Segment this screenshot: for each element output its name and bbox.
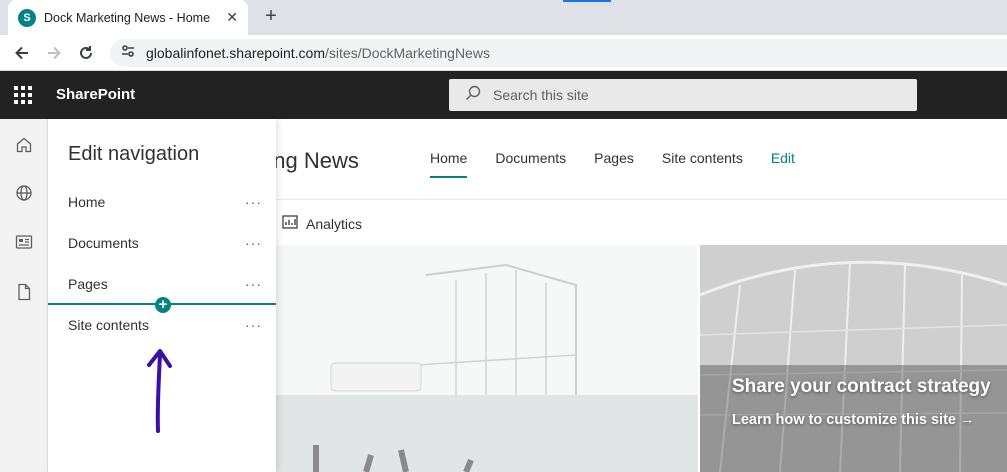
document-icon[interactable] (12, 280, 36, 304)
address-bar[interactable]: globalinfonet.sharepoint.com/sites/DockM… (110, 39, 1007, 67)
app-launcher-icon[interactable] (14, 86, 32, 104)
url-text: globalinfonet.sharepoint.com/sites/DockM… (146, 45, 490, 61)
topnav-site-contents[interactable]: Site contents (662, 150, 743, 178)
hero-image-atrium[interactable] (700, 245, 1007, 472)
url-path: /sites/DockMarketingNews (325, 45, 490, 61)
site-top-navigation: Home Documents Pages Site contents Edit (430, 150, 795, 178)
topnav-edit-link[interactable]: Edit (771, 150, 795, 178)
tab-strip-indicator (563, 0, 611, 2)
nav-item-label: Site contents (68, 317, 149, 333)
news-icon[interactable] (12, 230, 36, 254)
more-options-icon[interactable]: ··· (245, 276, 262, 292)
url-host: globalinfonet.sharepoint.com (146, 45, 326, 61)
more-options-icon[interactable]: ··· (245, 194, 262, 210)
topnav-home[interactable]: Home (430, 150, 468, 178)
nav-item-label: Documents (68, 235, 139, 251)
annotation-arrow-icon (140, 345, 180, 440)
analytics-label: Analytics (306, 215, 363, 232)
nav-item-documents[interactable]: Documents ··· (48, 223, 276, 263)
globe-icon[interactable] (12, 181, 36, 205)
topnav-pages[interactable]: Pages (594, 150, 634, 178)
back-arrow-icon[interactable] (10, 41, 34, 65)
home-icon[interactable] (12, 133, 36, 157)
analytics-chart-icon (282, 214, 298, 233)
browser-tab[interactable]: S Dock Marketing News - Home ✕ (8, 0, 248, 35)
new-tab-icon[interactable]: + (260, 5, 282, 27)
more-options-icon[interactable]: ··· (245, 235, 262, 251)
topnav-documents[interactable]: Documents (495, 150, 566, 178)
sharepoint-brand[interactable]: SharePoint (56, 86, 135, 103)
search-icon (465, 85, 481, 106)
header-divider (276, 199, 1007, 200)
nav-item-site-contents[interactable]: Site contents ··· (48, 305, 276, 345)
analytics-button[interactable]: Analytics (282, 214, 362, 233)
site-info-icon[interactable] (120, 43, 136, 64)
panel-title: Edit navigation (68, 143, 200, 165)
nav-item-label: Pages (68, 276, 108, 292)
nav-item-home[interactable]: Home ··· (48, 182, 276, 222)
hero-link[interactable]: Learn how to customize this site → (732, 412, 1002, 428)
sharepoint-favicon-icon: S (18, 8, 36, 27)
search-placeholder: Search this site (493, 87, 589, 103)
hero-caption: Share your contract strategy Learn how t… (732, 376, 1002, 428)
site-search-box[interactable]: Search this site (449, 79, 917, 111)
hero-image-office[interactable] (276, 245, 698, 472)
close-tab-icon[interactable]: ✕ (226, 9, 238, 26)
reload-icon[interactable] (74, 41, 98, 65)
hero-title[interactable]: Share your contract strategy (732, 376, 1002, 398)
more-options-icon[interactable]: ··· (245, 317, 262, 333)
forward-arrow-icon[interactable] (42, 41, 66, 65)
tab-title: Dock Marketing News - Home (44, 10, 211, 25)
nav-item-label: Home (68, 194, 106, 210)
